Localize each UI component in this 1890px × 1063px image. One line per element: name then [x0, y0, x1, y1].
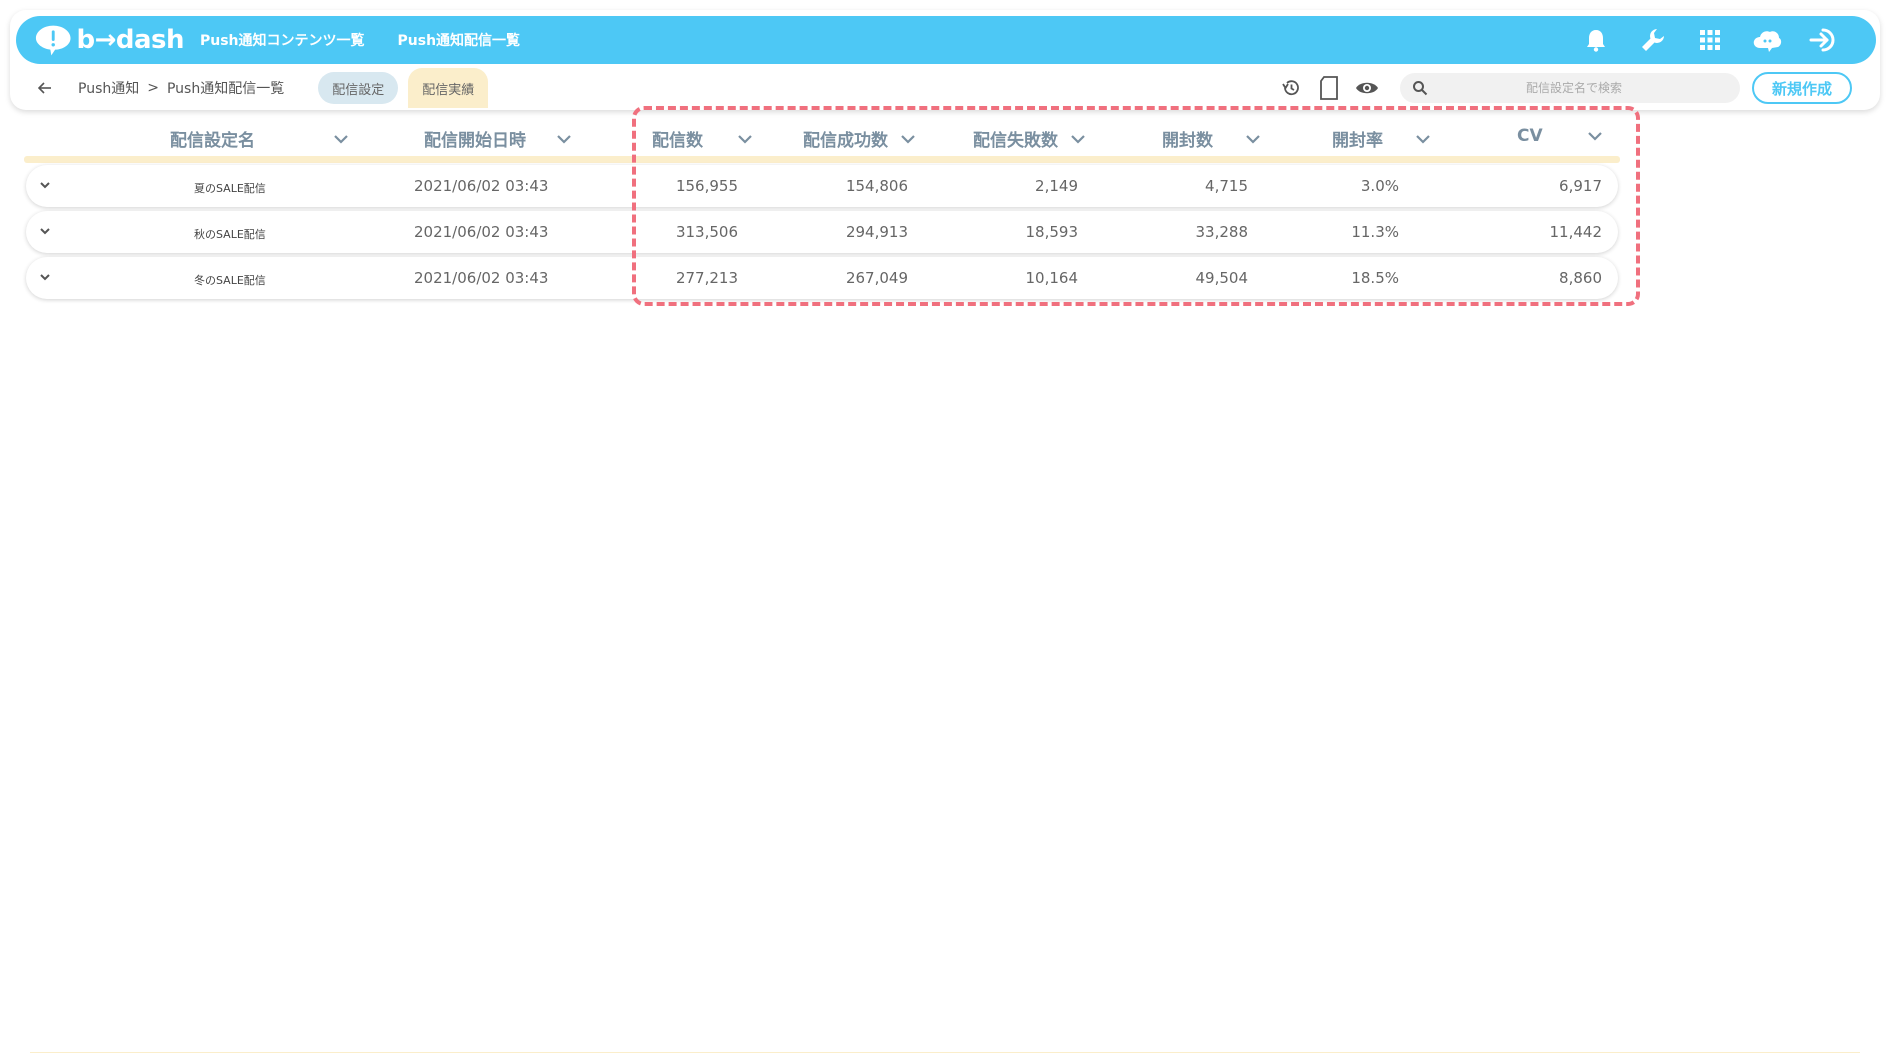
column-header-opened[interactable]: 開封数 [1162, 126, 1261, 151]
chevron-down-icon [1070, 131, 1086, 147]
cell-failed: 2,149 [1035, 177, 1078, 195]
column-header-failed[interactable]: 配信失敗数 [973, 126, 1086, 151]
column-label: 配信数 [652, 131, 703, 151]
bottom-divider [30, 1052, 1860, 1053]
cell-success: 154,806 [845, 177, 908, 195]
cloud-icon[interactable] [1751, 24, 1783, 56]
grid-icon[interactable] [1694, 24, 1726, 56]
cell-start-datetime: 2021/06/02 03:43 [414, 269, 549, 287]
cell-cv: 8,860 [1559, 269, 1602, 287]
logo-text: b→dash [76, 25, 184, 55]
cell-success: 267,049 [845, 269, 908, 287]
cell-sent: 277,213 [675, 269, 738, 287]
column-header-success[interactable]: 配信成功数 [803, 126, 916, 151]
cell-sent: 313,506 [675, 223, 738, 241]
search-input[interactable] [1428, 81, 1720, 95]
column-label: 配信開始日時 [424, 131, 526, 151]
top-icons [1555, 24, 1840, 56]
back-arrow-icon[interactable] [38, 78, 58, 98]
bell-icon[interactable] [1580, 24, 1612, 56]
column-label: 配信失敗数 [973, 131, 1058, 151]
chevron-down-icon [1245, 131, 1261, 147]
cell-setting-name: 夏のSALE配信 [194, 182, 266, 195]
chevron-down-icon[interactable] [40, 224, 54, 238]
column-header-sent[interactable]: 配信数 [652, 126, 753, 151]
cell-success: 294,913 [845, 223, 908, 241]
cell-setting-name: 冬のSALE配信 [194, 274, 266, 287]
cell-open-rate: 18.5% [1351, 269, 1399, 287]
cell-start-datetime: 2021/06/02 03:43 [414, 223, 549, 241]
table-row[interactable]: 夏のSALE配信 2021/06/02 03:43 156,955 154,80… [26, 165, 1618, 207]
top-nav: Push通知コンテンツ一覧 Push通知配信一覧 [200, 30, 553, 50]
cell-opened: 4,715 [1205, 177, 1248, 195]
nav-push-deliveries[interactable]: Push通知配信一覧 [398, 30, 521, 50]
breadcrumb-current: Push通知配信一覧 [166, 81, 285, 97]
cell-opened: 33,288 [1195, 223, 1249, 241]
search-icon [1413, 81, 1428, 96]
breadcrumb-separator: > [147, 80, 159, 96]
sub-icons [1266, 75, 1380, 101]
column-label: 開封率 [1332, 131, 1383, 151]
table-header: 配信設定名 配信開始日時 配信数 配信成功数 配信失敗数 開封数 開封率 CV [24, 118, 1620, 163]
chevron-down-icon [333, 131, 349, 147]
chevron-down-icon[interactable] [40, 178, 54, 192]
breadcrumb-root[interactable]: Push通知 [78, 78, 139, 98]
cell-opened: 49,504 [1195, 269, 1249, 287]
search-box [1400, 73, 1740, 103]
header-underline [24, 156, 1620, 163]
tab-delivery-results[interactable]: 配信実績 [408, 68, 489, 108]
eye-icon[interactable] [1354, 75, 1380, 101]
new-create-button[interactable]: 新規作成 [1752, 72, 1852, 104]
chevron-down-icon [737, 131, 753, 147]
cell-start-datetime: 2021/06/02 03:43 [414, 177, 549, 195]
cell-cv: 11,442 [1549, 223, 1603, 241]
nav-push-contents[interactable]: Push通知コンテンツ一覧 [200, 30, 365, 50]
cell-sent: 156,955 [675, 177, 738, 195]
column-label: 配信成功数 [803, 131, 888, 151]
table-row[interactable]: 秋のSALE配信 2021/06/02 03:43 313,506 294,91… [26, 211, 1618, 253]
copy-icon[interactable] [1316, 75, 1342, 101]
sub-toolbar: Push通知 > Push通知配信一覧 配信設定 配信実績 新規作成 [16, 68, 1876, 108]
logo-bubble-icon [35, 25, 71, 56]
wrench-icon[interactable] [1637, 24, 1669, 56]
column-header-open-rate[interactable]: 開封率 [1332, 126, 1431, 151]
cell-failed: 18,593 [1025, 223, 1079, 241]
table-row[interactable]: 冬のSALE配信 2021/06/02 03:43 277,213 267,04… [26, 257, 1618, 299]
column-label: 配信設定名 [170, 131, 255, 151]
history-icon[interactable] [1278, 75, 1304, 101]
cell-setting-name: 秋のSALE配信 [194, 228, 266, 241]
cell-open-rate: 3.0% [1360, 177, 1399, 195]
chevron-down-icon[interactable] [40, 270, 54, 284]
delivery-results-table: 配信設定名 配信開始日時 配信数 配信成功数 配信失敗数 開封数 開封率 CV [24, 118, 1620, 299]
cell-open-rate: 11.3% [1351, 223, 1399, 241]
chevron-down-icon [556, 131, 572, 147]
top-navigation-bar: b→dash Push通知コンテンツ一覧 Push通知配信一覧 [16, 16, 1876, 64]
app-logo[interactable]: b→dash [34, 23, 184, 57]
column-header-cv[interactable]: CV [1517, 126, 1603, 146]
chevron-down-icon [1415, 131, 1431, 147]
column-header-start-datetime[interactable]: 配信開始日時 [424, 126, 572, 151]
column-header-setting-name[interactable]: 配信設定名 [170, 126, 349, 151]
chevron-down-icon [1587, 128, 1603, 144]
chevron-down-icon [900, 131, 916, 147]
cell-cv: 6,917 [1559, 177, 1602, 195]
cell-failed: 10,164 [1025, 269, 1079, 287]
logout-icon[interactable] [1808, 24, 1840, 56]
column-label: 開封数 [1162, 131, 1213, 151]
column-label: CV [1517, 126, 1543, 146]
tab-delivery-settings[interactable]: 配信設定 [318, 72, 399, 104]
